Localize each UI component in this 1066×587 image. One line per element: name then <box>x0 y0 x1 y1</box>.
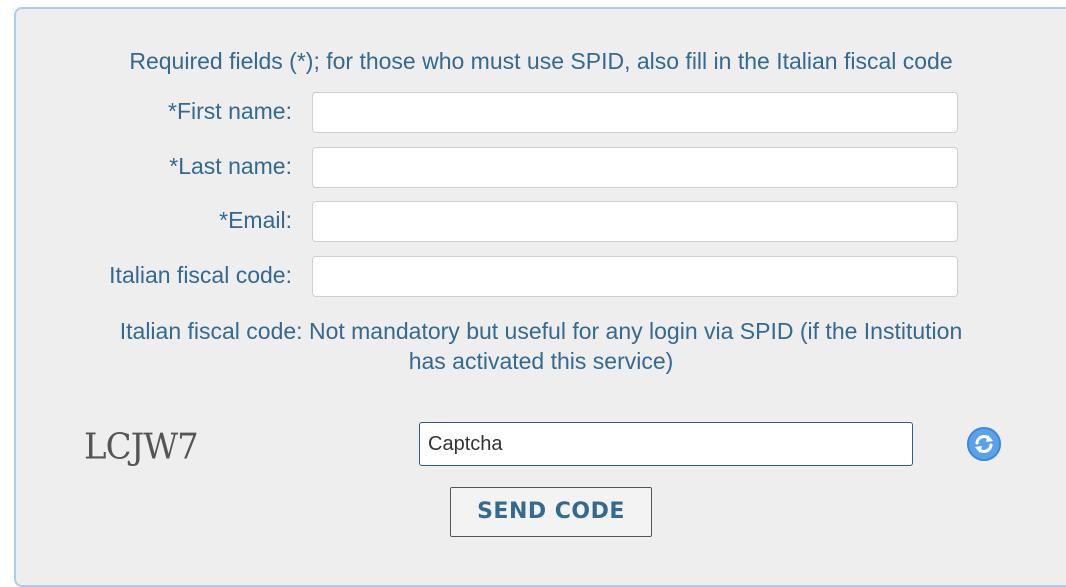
refresh-icon[interactable] <box>967 427 1001 461</box>
last-name-label: *Last name: <box>169 153 292 179</box>
captcha-input[interactable] <box>419 422 913 466</box>
email-input[interactable] <box>312 201 958 242</box>
first-name-input[interactable] <box>312 92 958 133</box>
fiscal-code-note-line1: Italian fiscal code: Not mandatory but u… <box>119 318 963 344</box>
required-fields-note: Required fields (*); for those who must … <box>129 48 953 74</box>
send-code-button[interactable]: SEND CODE <box>450 487 652 537</box>
fiscal-code-input[interactable] <box>312 256 958 297</box>
registration-panel: Required fields (*); for those who must … <box>14 7 1066 587</box>
email-label: *Email: <box>219 207 292 233</box>
last-name-input[interactable] <box>312 147 958 188</box>
first-name-label: *First name: <box>168 98 292 124</box>
captcha-image: LCJW7 <box>84 426 199 468</box>
fiscal-code-label: Italian fiscal code: <box>109 262 292 288</box>
fiscal-code-note: Italian fiscal code: Not mandatory but u… <box>16 316 1066 376</box>
fiscal-code-note-line2: has activated this service) <box>408 348 674 374</box>
